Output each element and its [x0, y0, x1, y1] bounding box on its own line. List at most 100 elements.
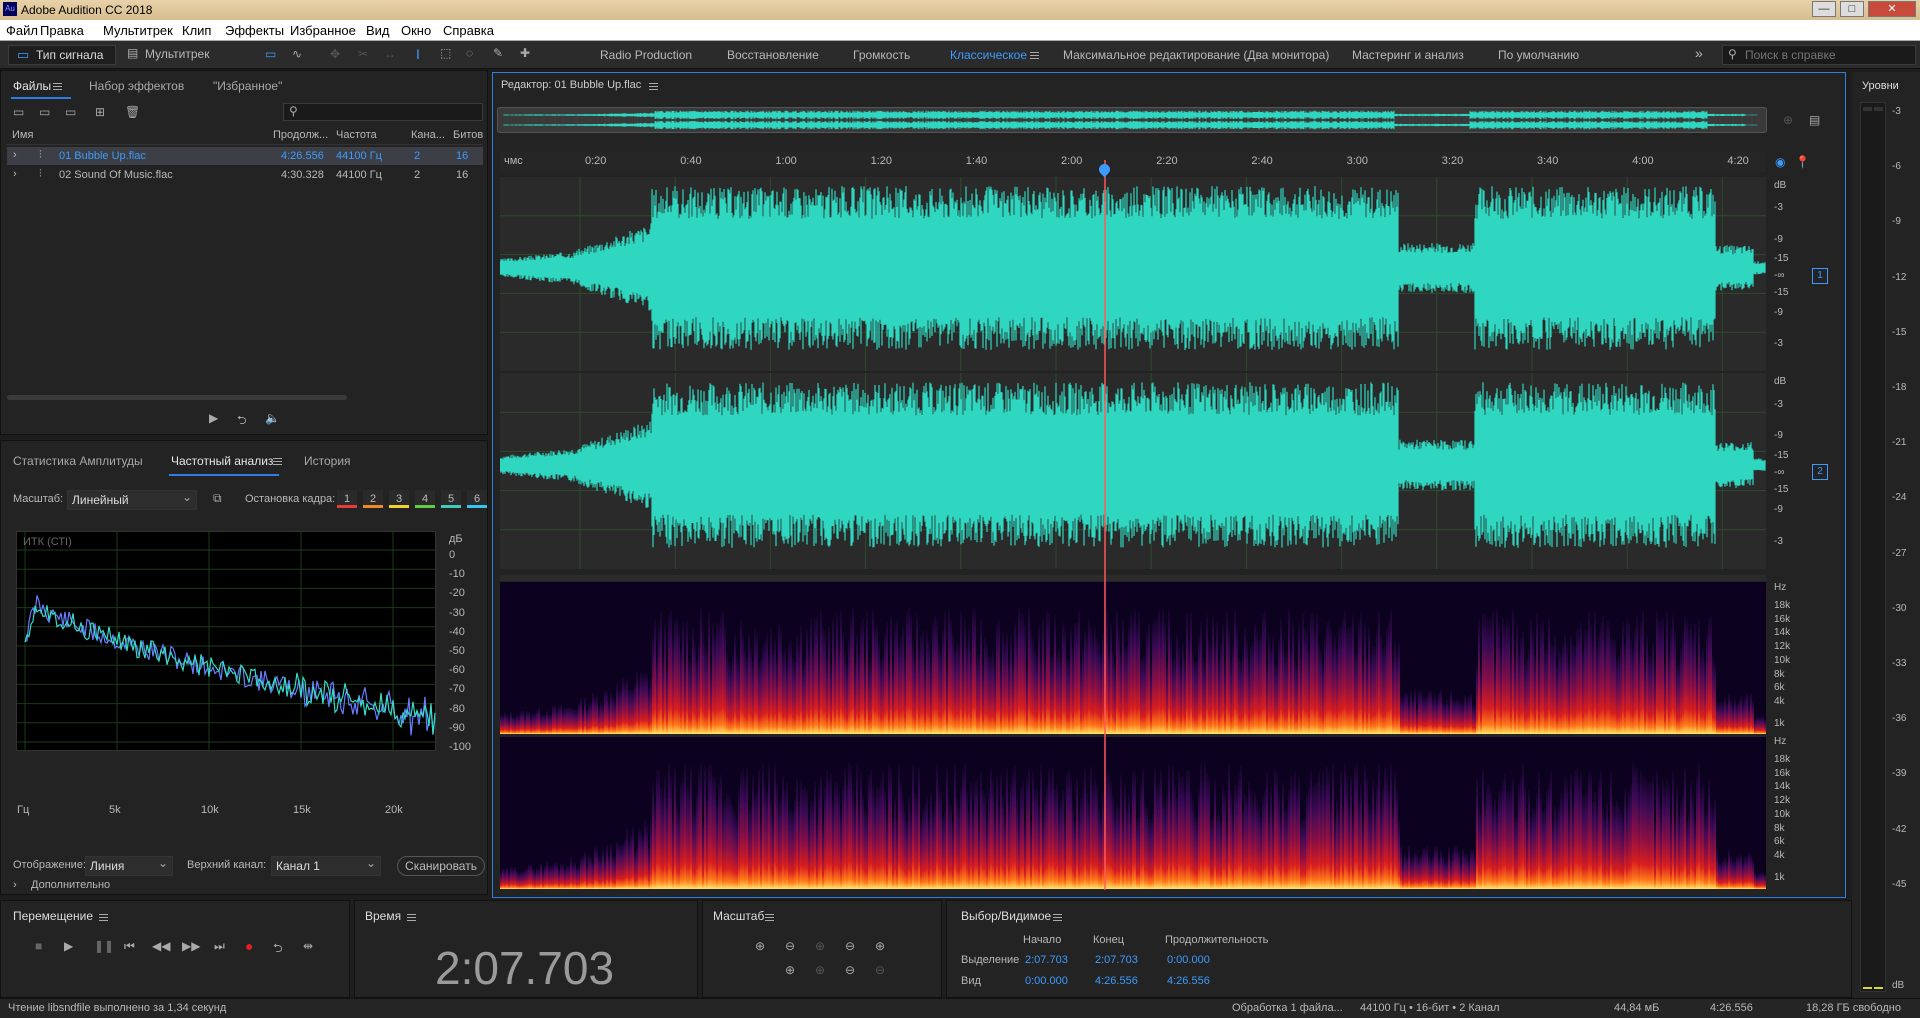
menu-clip[interactable]: Клип	[182, 23, 211, 38]
expand-icon[interactable]: ›	[13, 168, 17, 180]
overview-settings-icon[interactable]: ▤	[1809, 113, 1820, 127]
display-dropdown[interactable]: Линия	[85, 854, 173, 876]
panel-menu-icon[interactable]	[649, 79, 658, 93]
zoom-in-amplitude-icon[interactable]: ⊕	[755, 939, 765, 953]
col-rate[interactable]: Частота	[336, 129, 377, 141]
files-search-input[interactable]	[283, 103, 483, 121]
detach-icon[interactable]: ⧉	[213, 491, 222, 506]
minimize-button[interactable]: —	[1812, 1, 1836, 17]
time-ruler[interactable]: чмс 0:20 0:40 1:00 1:20 1:40 2:00 2:20 2:40 3:00 3…	[500, 152, 1766, 172]
loop-icon[interactable]: ⮌	[273, 939, 283, 960]
maximize-button[interactable]: □	[1840, 1, 1864, 17]
panel-menu-icon[interactable]	[53, 79, 62, 93]
to-end-icon[interactable]: ⏭	[214, 939, 225, 954]
channel-1-waveform[interactable]	[499, 177, 1819, 371]
zoom-in-left-icon[interactable]: ⊕	[785, 963, 795, 977]
freeze-frame-5[interactable]: 5	[441, 490, 461, 508]
fast-forward-icon[interactable]: ▶▶	[182, 939, 200, 953]
zoom-in-time-icon[interactable]: ⊕	[1783, 113, 1793, 127]
menu-favorites[interactable]: Избранное	[290, 23, 356, 38]
view-end[interactable]: 4:26.556	[1095, 975, 1138, 987]
col-name[interactable]: Имя	[12, 129, 33, 141]
zoom-out-time-icon[interactable]: ⊖	[845, 963, 855, 977]
slip-tool-icon[interactable]: ↔	[384, 47, 396, 61]
tab-history[interactable]: История	[304, 454, 351, 468]
rewind-icon[interactable]: ◀◀	[152, 939, 170, 953]
menu-multitrack[interactable]: Мультитрек	[103, 23, 173, 38]
zoom-in-time-icon[interactable]: ⊕	[815, 939, 825, 953]
spectral-divider[interactable]	[500, 575, 1766, 581]
channel-1-badge[interactable]: 1	[1812, 268, 1828, 284]
tab-files[interactable]: Файлы	[13, 79, 51, 93]
freeze-frame-6[interactable]: 6	[467, 490, 487, 508]
workspace-max-editing[interactable]: Максимальное редактирование (Два монитор…	[1063, 48, 1329, 62]
table-row[interactable]: › ⫶ 01 Bubble Up.flac 4:26.556 44100 Гц …	[7, 147, 483, 165]
move-tool-icon[interactable]: ✥	[330, 47, 340, 61]
close-button[interactable]: ✕	[1868, 1, 1916, 17]
channel-dropdown[interactable]: Канал 1	[271, 854, 381, 876]
workspace-menu-icon[interactable]	[1030, 48, 1039, 62]
menu-window[interactable]: Окно	[401, 23, 431, 38]
tab-favorites[interactable]: "Избранное"	[213, 79, 282, 93]
multitrack-mode-button[interactable]: ▤ Мультитрек	[124, 45, 224, 65]
healing-tool-icon[interactable]: ✚	[520, 46, 530, 60]
headphones-icon[interactable]: ◉	[1775, 155, 1785, 169]
horizontal-scrollbar[interactable]	[7, 395, 347, 400]
freeze-frame-3[interactable]: 3	[389, 490, 409, 508]
delete-file-icon[interactable]: 🗑	[125, 105, 140, 119]
play-preview-icon[interactable]: ▶	[209, 411, 218, 425]
menu-edit[interactable]: Правка	[40, 23, 84, 38]
scan-button[interactable]: Сканировать	[397, 856, 485, 876]
more-workspaces-icon[interactable]: »	[1695, 45, 1703, 61]
panel-menu-icon[interactable]	[407, 910, 416, 924]
channel-2-badge[interactable]: 2	[1812, 464, 1828, 480]
scale-dropdown[interactable]: Линейный	[67, 488, 197, 510]
view-start[interactable]: 0:00.000	[1025, 975, 1068, 987]
freeze-frame-4[interactable]: 4	[415, 490, 435, 508]
menu-file[interactable]: Файл	[6, 23, 38, 38]
channel-2-waveform[interactable]	[499, 373, 1819, 569]
workspace-mastering[interactable]: Мастеринг и анализ	[1352, 48, 1464, 62]
spectrogram-channel-1[interactable]	[500, 582, 1766, 734]
col-duration[interactable]: Продолж...	[273, 129, 328, 141]
zoom-out-amplitude-icon[interactable]: ⊖	[785, 939, 795, 953]
help-search-input[interactable]	[1722, 45, 1916, 65]
import-file-icon[interactable]: ▭	[39, 105, 50, 119]
razor-tool-icon[interactable]: ✂	[358, 47, 368, 61]
panel-menu-icon[interactable]	[1053, 910, 1062, 924]
waveform-mode-button[interactable]: ▭ Тип сигнала	[8, 45, 116, 65]
skip-selection-icon[interactable]: ⇹	[303, 939, 313, 953]
advanced-expand-icon[interactable]: ›	[13, 879, 17, 891]
expand-icon[interactable]: ›	[13, 149, 17, 161]
to-start-icon[interactable]: ⏮	[124, 939, 135, 954]
new-file-icon[interactable]: ▭	[65, 105, 76, 119]
pitch-display-icon[interactable]: ∿	[292, 47, 302, 61]
zoom-in-right-icon[interactable]: ⊕	[815, 963, 825, 977]
selection-start[interactable]: 2:07.703	[1025, 954, 1068, 966]
tab-frequency-analysis[interactable]: Частотный анализ	[171, 454, 273, 468]
col-channels[interactable]: Кана...	[411, 129, 445, 141]
stop-icon[interactable]: ■	[35, 939, 42, 953]
pause-icon[interactable]: ❚❚	[94, 939, 114, 953]
workspace-radio-production[interactable]: Radio Production	[600, 48, 692, 62]
workspace-classic[interactable]: Классическое	[950, 48, 1027, 62]
panel-menu-icon[interactable]	[273, 454, 282, 468]
freeze-frame-1[interactable]: 1	[337, 490, 357, 508]
zoom-reset-icon[interactable]: ⊖	[875, 963, 885, 977]
insert-into-multitrack-icon[interactable]: ⊞	[95, 105, 105, 119]
record-icon[interactable]: ●	[245, 938, 253, 954]
marquee-tool-icon[interactable]: ⬚	[440, 46, 451, 60]
view-duration[interactable]: 4:26.556	[1167, 975, 1210, 987]
freeze-frame-2[interactable]: 2	[363, 490, 383, 508]
advanced-toggle[interactable]: Дополнительно	[31, 879, 110, 891]
overview-navigator[interactable]	[497, 107, 1767, 133]
loop-preview-icon[interactable]: ⮌	[237, 411, 247, 432]
panel-menu-icon[interactable]	[99, 910, 108, 924]
playhead-line[interactable]	[1104, 160, 1106, 890]
workspace-loudness[interactable]: Громкость	[853, 48, 910, 62]
marker-pin-icon[interactable]: 📍	[1795, 155, 1810, 169]
menu-help[interactable]: Справка	[443, 23, 494, 38]
selection-duration[interactable]: 0:00.000	[1167, 954, 1210, 966]
col-bits[interactable]: Битов	[453, 129, 483, 141]
autoplay-icon[interactable]: 🔈	[265, 411, 280, 425]
